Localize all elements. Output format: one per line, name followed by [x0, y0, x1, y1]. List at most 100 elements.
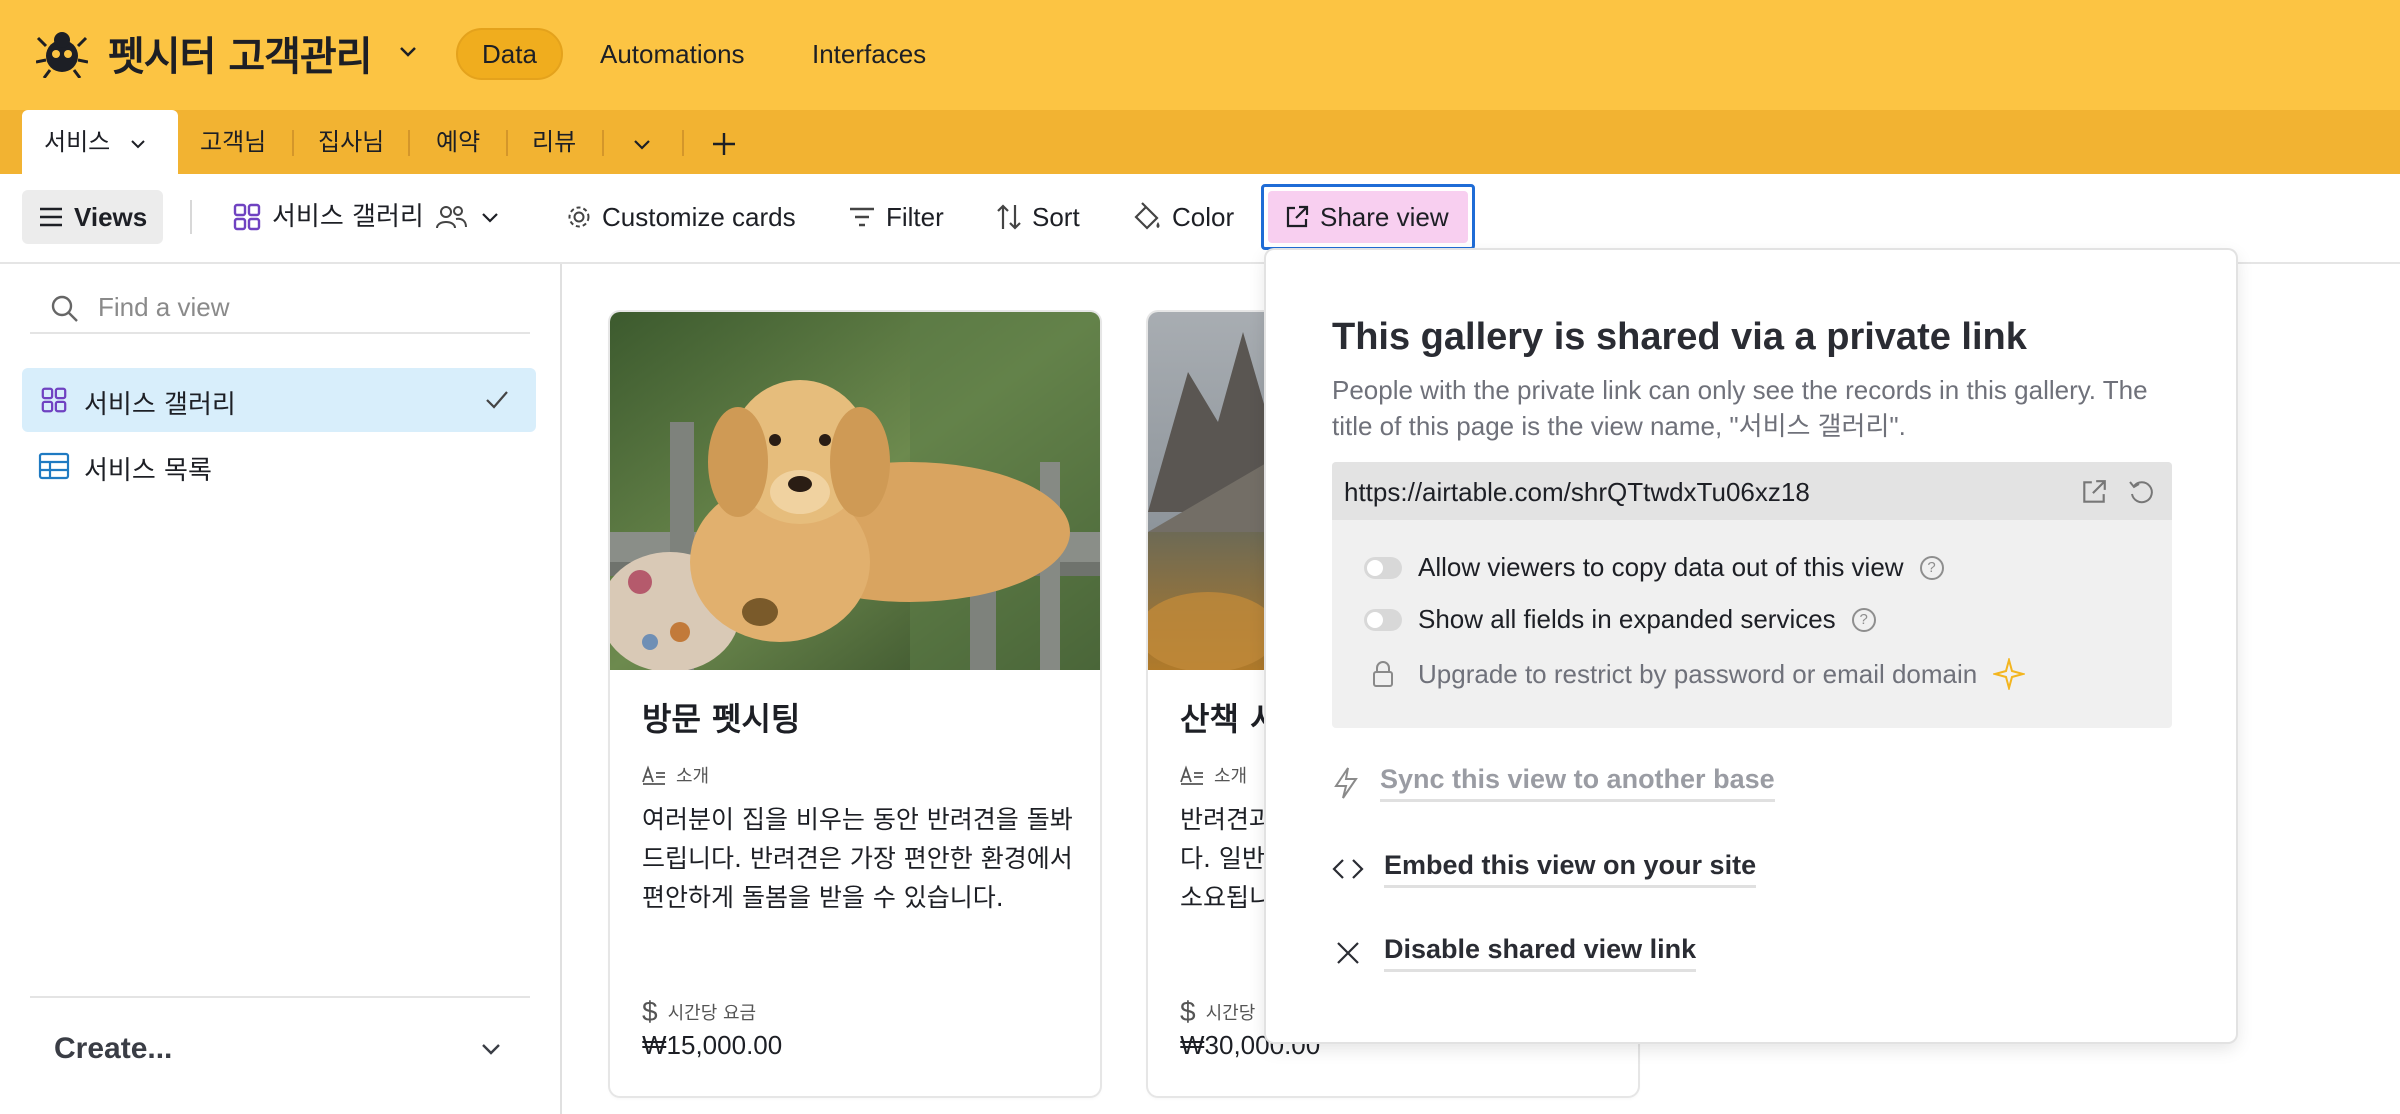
regenerate-link-refresh-icon[interactable] — [2128, 478, 2156, 506]
share-view-label: Share view — [1320, 202, 1449, 232]
filter-icon — [850, 207, 874, 227]
long-text-field-icon — [1180, 765, 1203, 785]
base-logo-icon[interactable] — [36, 26, 88, 78]
share-link-row: https://airtable.com/shrQTtwdxTu06xz18 — [1332, 462, 2172, 520]
option-label: Allow viewers to copy data out of this v… — [1418, 552, 1904, 582]
tab-services[interactable]: 서비스 — [22, 110, 178, 176]
field-label-text: 시간당 요금 — [667, 1003, 757, 1024]
search-placeholder: Find a view — [98, 292, 230, 322]
tab-divider — [506, 130, 508, 156]
collaborative-view-people-icon — [435, 206, 467, 229]
long-text-field-icon — [642, 765, 665, 785]
views-sidebar: Find a view 서비스 갤러리 서비스 목록 Create... — [0, 264, 562, 1114]
share-popover-description: People with the private link can only se… — [1332, 372, 2212, 444]
help-question-icon[interactable]: ? — [1851, 607, 1876, 632]
sort-label: Sort — [1032, 202, 1080, 232]
tab-divider — [408, 130, 410, 156]
find-view-search[interactable]: Find a view — [30, 282, 530, 334]
views-toggle-button[interactable]: Views — [22, 190, 164, 244]
views-label: Views — [74, 202, 148, 232]
filter-button[interactable]: Filter — [848, 190, 944, 244]
color-label: Color — [1172, 202, 1235, 232]
card-photo-dog — [610, 312, 1100, 670]
field-label-hourly-rate: $ 시간당 요금 — [642, 996, 756, 1028]
description-line: People with the private link can only se… — [1332, 375, 2148, 405]
filter-label: Filter — [886, 202, 944, 232]
nav-automations[interactable]: Automations — [576, 28, 769, 80]
create-view-section[interactable]: Create... — [54, 1032, 172, 1066]
customize-cards-label: Customize cards — [602, 202, 796, 232]
tab-sitters[interactable]: 집사님 — [318, 110, 384, 174]
color-button[interactable]: Color — [1132, 190, 1234, 244]
sync-view-action[interactable]: Sync this view to another base — [1332, 764, 1775, 802]
option-label: Show all fields in expanded services — [1418, 604, 1836, 634]
sync-view-label: Sync this view to another base — [1380, 764, 1775, 802]
share-external-icon — [1286, 205, 1309, 228]
grid-view-icon — [38, 452, 70, 480]
option-show-all-fields: Show all fields in expanded services ? — [1364, 604, 1876, 635]
disable-share-link-action[interactable]: Disable shared view link — [1332, 934, 1697, 972]
disable-share-link-label: Disable shared view link — [1384, 934, 1697, 972]
checkmark-icon — [486, 391, 508, 409]
card-title: 산책 서 — [1180, 700, 1280, 738]
sidebar-item-grid-view[interactable]: 서비스 목록 — [22, 434, 536, 498]
embed-view-label: Embed this view on your site — [1384, 850, 1757, 888]
card-description: 여러분이 집을 비우는 동안 반려견을 돌봐 드립니다. 반려견은 가장 편안한… — [642, 800, 1082, 917]
create-divider — [30, 996, 530, 998]
help-question-icon[interactable]: ? — [1919, 555, 1944, 580]
current-view-name: 서비스 갤러리 — [272, 202, 424, 232]
option-upgrade-restrict[interactable]: Upgrade to restrict by password or email… — [1364, 658, 2026, 690]
share-view-popover: This gallery is shared via a private lin… — [1266, 250, 2236, 1042]
desc-line: 여러분이 집을 비우는 동안 반려견을 돌봐 — [642, 805, 1073, 834]
embed-view-action[interactable]: Embed this view on your site — [1332, 850, 1757, 888]
card-price: ₩15,000.00 — [642, 1030, 783, 1060]
gallery-view-icon — [233, 203, 261, 231]
show-all-fields-toggle[interactable] — [1364, 608, 1402, 631]
nav-data[interactable]: Data — [456, 28, 563, 80]
field-label-text: 소개 — [1214, 766, 1248, 787]
view-label: 서비스 목록 — [84, 456, 212, 486]
option-allow-copy: Allow viewers to copy data out of this v… — [1364, 552, 1944, 583]
more-tables-chevron-icon[interactable] — [630, 132, 654, 156]
sort-arrows-icon — [997, 204, 1021, 230]
tab-reviews[interactable]: 리뷰 — [532, 110, 576, 174]
chevron-down-icon[interactable] — [396, 40, 420, 64]
field-label-intro: 소개 — [1180, 762, 1247, 788]
open-link-external-icon[interactable] — [2080, 478, 2108, 506]
chevron-down-icon[interactable] — [478, 1036, 504, 1062]
currency-field-icon: $ — [1180, 996, 1196, 1027]
customize-cards-button[interactable]: Customize cards — [566, 190, 796, 244]
search-icon — [51, 295, 78, 322]
add-table-plus-icon[interactable] — [710, 130, 738, 158]
base-name[interactable]: 펫시터 고객관리 — [108, 24, 373, 82]
nav-interfaces[interactable]: Interfaces — [788, 28, 950, 80]
current-view-button[interactable]: 서비스 갤러리 — [232, 190, 502, 244]
chevron-down-icon — [482, 213, 498, 223]
hamburger-icon — [40, 207, 62, 227]
lock-icon — [1373, 661, 1393, 687]
share-view-button[interactable]: Share view — [1268, 191, 1468, 243]
field-label-hourly-rate: $ 시간당 — [1180, 996, 1255, 1028]
close-x-icon — [1337, 942, 1359, 964]
app-bar: 펫시터 고객관리 Data Automations Interfaces — [0, 0, 2400, 110]
sort-button[interactable]: Sort — [996, 190, 1080, 244]
code-embed-icon — [1332, 859, 1364, 879]
option-label: Upgrade to restrict by password or email… — [1418, 658, 1978, 689]
view-label: 서비스 갤러리 — [84, 390, 236, 420]
field-label-intro: 소개 — [642, 762, 709, 788]
share-link-url[interactable]: https://airtable.com/shrQTtwdxTu06xz18 — [1344, 477, 1810, 508]
gallery-card[interactable]: 방문 펫시팅 소개 여러분이 집을 비우는 동안 반려견을 돌봐 드립니다. 반… — [610, 312, 1100, 1096]
sidebar-item-gallery-view[interactable]: 서비스 갤러리 — [22, 368, 536, 432]
tab-bookings[interactable]: 예약 — [436, 110, 480, 174]
gallery-view-icon — [41, 387, 67, 413]
tab-customers[interactable]: 고객님 — [200, 110, 266, 174]
share-link-settings: https://airtable.com/shrQTtwdxTu06xz18 A… — [1332, 462, 2172, 728]
desc-line: 드립니다. 반려견은 가장 편안한 환경에서 — [642, 844, 1073, 873]
gear-icon — [568, 206, 590, 228]
field-label-text: 소개 — [676, 766, 710, 787]
currency-field-icon: $ — [642, 996, 658, 1027]
allow-copy-toggle[interactable] — [1364, 556, 1402, 579]
tab-divider — [682, 130, 684, 156]
table-tabs-bar: 서비스 고객님 집사님 예약 리뷰 — [0, 110, 2400, 176]
description-line: title of this page is the view name, "서비… — [1332, 411, 1906, 441]
